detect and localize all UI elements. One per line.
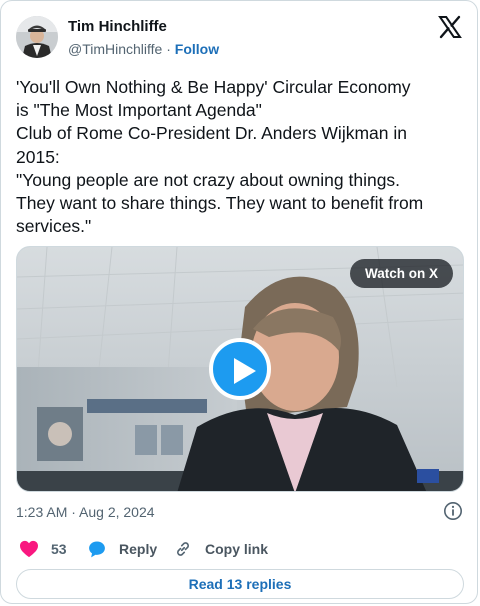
tweet-text-line: is "The Most Important Agenda" xyxy=(16,100,262,121)
author-handle[interactable]: @TimHinchliffe xyxy=(68,41,162,57)
tweet-timestamp[interactable]: 1:23 AM · Aug 2, 2024 xyxy=(16,504,155,520)
link-icon xyxy=(177,542,189,556)
watch-on-x-button[interactable]: Watch on X xyxy=(350,259,453,288)
avatar[interactable] xyxy=(16,16,58,58)
speech-bubble-icon xyxy=(89,541,105,558)
tweet-text-line: 'You'll Own Nothing & Be Happy' Circular… xyxy=(16,77,411,97)
copy-link-button[interactable]: Copy link xyxy=(173,538,268,560)
tweet-text-line: They want to share things. They want to … xyxy=(16,193,424,214)
tweet-text: 'You'll Own Nothing & Be Happy' Circular… xyxy=(16,76,468,238)
play-button[interactable] xyxy=(209,338,271,400)
tweet-card: Tim Hinchliffe @TimHinchliffe · Follow '… xyxy=(0,0,478,604)
like-button[interactable]: 53 xyxy=(19,538,67,560)
tweet-text-line: 2015: xyxy=(16,146,60,167)
meta-separator: · xyxy=(162,41,175,57)
like-count: 53 xyxy=(51,541,67,557)
x-logo-icon[interactable] xyxy=(438,15,462,39)
reply-button[interactable]: Reply xyxy=(87,538,157,560)
heart-icon xyxy=(20,540,38,558)
author-name[interactable]: Tim Hinchliffe xyxy=(68,18,167,35)
tweet-text-line: services." xyxy=(16,216,92,237)
read-replies-button[interactable]: Read 13 replies xyxy=(16,569,464,599)
info-icon[interactable] xyxy=(443,501,463,521)
tweet-text-line: Club of Rome Co-President Dr. Anders Wij… xyxy=(16,123,407,144)
author-meta: @TimHinchliffe · Follow xyxy=(68,41,219,57)
reply-label: Reply xyxy=(119,541,158,557)
follow-button[interactable]: Follow xyxy=(175,41,219,57)
video-player[interactable]: Watch on X xyxy=(16,246,464,492)
copy-link-label: Copy link xyxy=(205,541,269,557)
play-icon xyxy=(234,358,256,384)
tweet-text-line: "Young people are not crazy about owning… xyxy=(16,169,401,190)
